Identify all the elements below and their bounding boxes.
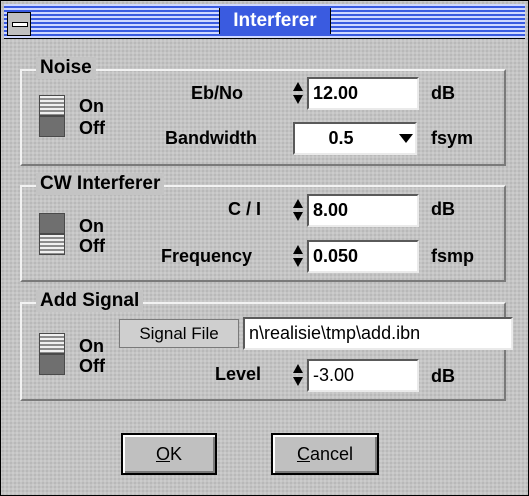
- level-input[interactable]: -3.00: [307, 359, 419, 392]
- signal-file-label: Signal File: [119, 319, 239, 348]
- bandwidth-label: Bandwidth: [165, 128, 257, 148]
- signal-file-input[interactable]: n\realisie\tmp\add.ibn: [243, 317, 513, 350]
- cancel-button[interactable]: Cancel: [271, 433, 379, 475]
- window-title: Interferer: [219, 8, 331, 34]
- cw-on-label: On: [79, 216, 104, 236]
- add-signal-toggle-off-segment[interactable]: [39, 354, 65, 375]
- noise-group-title: Noise: [36, 57, 96, 79]
- title-bar[interactable]: Interferer: [4, 4, 525, 39]
- noise-off-label: Off: [79, 118, 105, 138]
- cw-group-title: CW Interferer: [36, 173, 165, 195]
- ok-button[interactable]: OK: [121, 433, 217, 475]
- ci-label: C / I: [228, 199, 262, 219]
- frequency-unit: fsmp: [431, 246, 475, 266]
- ebno-spinner-icon[interactable]: [292, 80, 304, 106]
- bandwidth-dropdown-icon[interactable]: [393, 122, 419, 155]
- interferer-dialog: Interferer Noise On Off Eb/No 12.00 dB B…: [0, 0, 529, 496]
- ci-spinner-icon[interactable]: [292, 197, 304, 223]
- ok-label-rest: K: [170, 444, 183, 464]
- add-signal-group-title: Add Signal: [36, 290, 144, 312]
- bandwidth-unit: fsym: [431, 128, 474, 148]
- frequency-label: Frequency: [161, 246, 253, 266]
- noise-on-label: On: [79, 96, 104, 116]
- ebno-label: Eb/No: [191, 83, 243, 103]
- add-signal-on-label: On: [79, 336, 104, 356]
- frequency-spinner-icon[interactable]: [292, 243, 304, 269]
- cw-toggle[interactable]: [39, 213, 65, 255]
- ci-unit: dB: [431, 199, 455, 219]
- cancel-label-rest: ancel: [309, 444, 354, 464]
- ci-input[interactable]: 8.00: [307, 194, 419, 227]
- ebno-unit: dB: [431, 83, 455, 103]
- cw-toggle-off-segment[interactable]: [39, 234, 65, 255]
- level-unit: dB: [431, 366, 455, 386]
- cw-toggle-on-segment[interactable]: [39, 213, 65, 234]
- ebno-input[interactable]: 12.00: [307, 77, 419, 110]
- cw-off-label: Off: [79, 236, 105, 256]
- noise-toggle-on-segment[interactable]: [39, 95, 65, 116]
- level-spinner-icon[interactable]: [292, 362, 304, 388]
- add-signal-toggle[interactable]: [39, 333, 65, 375]
- cancel-mnemonic: C: [296, 444, 310, 464]
- noise-toggle[interactable]: [39, 95, 65, 137]
- noise-toggle-off-segment[interactable]: [39, 116, 65, 137]
- system-menu-icon[interactable]: [7, 12, 31, 36]
- frequency-input[interactable]: 0.050: [307, 240, 419, 273]
- ok-mnemonic: O: [155, 444, 170, 464]
- add-signal-off-label: Off: [79, 356, 105, 376]
- bandwidth-value: 0.5: [328, 128, 354, 148]
- add-signal-toggle-on-segment[interactable]: [39, 333, 65, 354]
- level-label: Level: [215, 364, 262, 384]
